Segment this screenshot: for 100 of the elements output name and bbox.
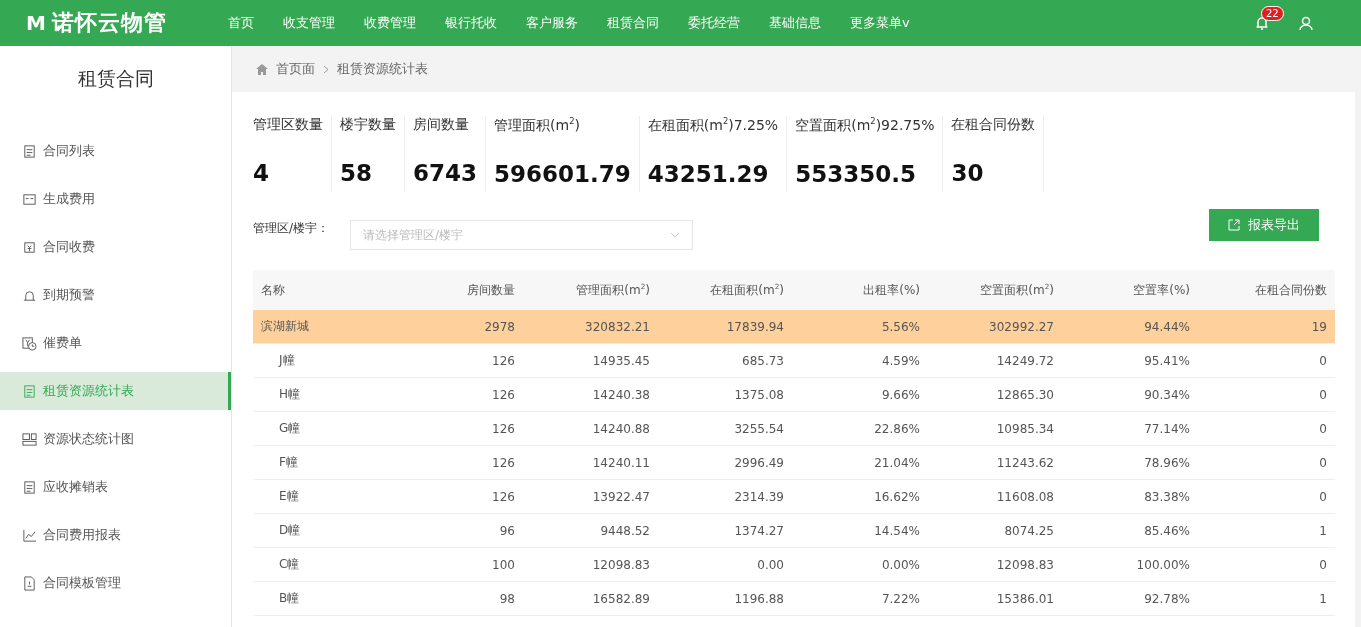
- table-cell-text: 16582.89: [591, 591, 651, 606]
- stat-label: 空置面积(m$^{2}$)92.75%: [795, 116, 935, 135]
- nav-link[interactable]: 基础信息: [769, 14, 821, 32]
- nav-link[interactable]: 首页: [228, 14, 254, 32]
- sidebar-item[interactable]: 应收摊销表: [0, 468, 231, 506]
- sidebar-item[interactable]: 合同费用报表: [0, 516, 231, 554]
- stat-label: 在租面积(m$^{2}$)7.25%: [647, 116, 779, 135]
- table-cell-text: 14.54%: [873, 523, 921, 538]
- table-cell-text: 21.04%: [873, 455, 921, 470]
- table-cell-text: 13922.47: [591, 489, 651, 504]
- user-icon[interactable]: [1299, 15, 1313, 31]
- export-button[interactable]: 报表导出: [1209, 209, 1319, 241]
- table-cell-text: 22.86%: [873, 421, 921, 436]
- column-header: 房间数量: [466, 281, 516, 299]
- table-cell-text: 11608.08: [995, 489, 1055, 504]
- table-cell-text: 12098.83: [995, 557, 1055, 572]
- table-cell-text: 83.38%: [1143, 489, 1191, 504]
- table-cell-text: 95.41%: [1143, 353, 1191, 368]
- document-icon: [22, 575, 37, 591]
- table-cell-text: 0: [1318, 489, 1328, 504]
- table-cell-text: 126: [491, 353, 516, 368]
- table-cell-text: 94.44%: [1143, 319, 1191, 334]
- column-header: 在租合同份数: [1254, 281, 1328, 299]
- stat-label: 管理面积(m$^{2}$): [494, 116, 581, 135]
- table-cell-text: 8074.25: [1003, 523, 1055, 538]
- table-cell-text: 2314.39: [733, 489, 785, 504]
- table-cell-text: D幢: [278, 522, 302, 539]
- nav-link[interactable]: 收费管理: [364, 14, 416, 32]
- table-cell-text: 85.46%: [1143, 523, 1191, 538]
- table-cell-text: 0: [1318, 455, 1328, 470]
- table-cell-text: 2996.49: [733, 455, 785, 470]
- bill-icon: [22, 191, 37, 207]
- sidebar-item[interactable]: 生成费用: [0, 180, 231, 218]
- table-cell-text: 3255.54: [733, 421, 785, 436]
- table-cell-text: H幢: [278, 386, 302, 403]
- table-cell-text: 9.66%: [880, 387, 921, 402]
- sidebar-item[interactable]: 租赁资源统计表: [0, 372, 231, 410]
- table-cell-text: 16.62%: [873, 489, 921, 504]
- table-cell-text: 126: [491, 387, 516, 402]
- table-cell-text: 0: [1318, 557, 1328, 572]
- breadcrumb-link[interactable]: 租赁资源统计表: [337, 60, 428, 78]
- nav-link[interactable]: 租赁合同: [607, 14, 659, 32]
- table-cell-text: 14240.38: [591, 387, 651, 402]
- table-cell-text: 126: [491, 455, 516, 470]
- sidebar-item[interactable]: 催费单: [0, 324, 231, 362]
- doc-icon: [22, 383, 37, 399]
- stat-value: 596601.79: [494, 160, 631, 187]
- breadcrumb-link[interactable]: 首页面: [276, 60, 315, 78]
- table-cell-text: 100.00%: [1135, 557, 1191, 572]
- sidebar-item[interactable]: 合同模板管理: [0, 564, 231, 602]
- table-cell-text: 90.34%: [1143, 387, 1191, 402]
- nav-link[interactable]: 委托经营: [688, 14, 740, 32]
- table-cell-text: 0: [1318, 353, 1328, 368]
- notification-badge: 22: [1261, 5, 1284, 21]
- stat-label: 楼宇数量: [340, 116, 396, 134]
- sidebar-title: 租赁合同: [76, 66, 155, 91]
- sidebar-item[interactable]: 合同收费: [0, 228, 231, 266]
- column-header: 在租面积(m$^{2}$): [709, 281, 785, 299]
- nav-link[interactable]: 更多菜单v: [850, 14, 910, 32]
- line-chart-icon: [22, 527, 37, 543]
- nav-link[interactable]: 收支管理: [283, 14, 335, 32]
- table-cell-text: E幢: [278, 488, 300, 505]
- table-cell-text: 1374.27: [733, 523, 785, 538]
- table-cell-text: F幢: [278, 454, 299, 471]
- table-cell-text: 12865.30: [995, 387, 1055, 402]
- table-cell-text: 78.96%: [1143, 455, 1191, 470]
- app-name: 诺怀云物管: [51, 9, 167, 37]
- filter-label: 管理区/楼宇：: [253, 219, 331, 237]
- table-cell-text: 滨湖新城: [260, 318, 310, 335]
- table-cell-text: 5.56%: [880, 319, 921, 334]
- stat-label: 在租合同份数: [951, 116, 1036, 134]
- stat-value: 30: [951, 160, 985, 186]
- stat-value: 6743: [413, 160, 477, 186]
- column-header: 管理面积(m$^{2}$): [575, 281, 651, 299]
- sidebar-item[interactable]: 到期预警: [0, 276, 231, 314]
- table-cell-text: 0.00%: [880, 557, 921, 572]
- nav-link[interactable]: 银行托收: [445, 14, 497, 32]
- sidebar-item[interactable]: 资源状态统计图: [0, 420, 231, 458]
- stat-value: 43251.29: [647, 160, 770, 187]
- table-cell-text: G幢: [278, 420, 302, 437]
- table-cell-text: B幢: [278, 590, 301, 607]
- table-cell-text: 14249.72: [995, 353, 1055, 368]
- nav-link[interactable]: 客户服务: [526, 14, 578, 32]
- stat-label: 管理区数量: [253, 116, 323, 134]
- home-icon: [256, 63, 268, 75]
- sidebar-item[interactable]: 合同列表: [0, 132, 231, 170]
- table-cell-text: 302992.27: [988, 319, 1055, 334]
- table-cell-text: 126: [491, 489, 516, 504]
- table-cell-text: 14935.45: [591, 353, 651, 368]
- table-cell-text: 100: [491, 557, 516, 572]
- table-cell-text: 2978: [483, 319, 516, 334]
- column-header: 出租率(%): [862, 281, 921, 299]
- table-cell-text: 0.00: [756, 557, 785, 572]
- table-cell-text: 1: [1318, 523, 1328, 538]
- table-cell-text: 1196.88: [733, 591, 785, 606]
- blocks-icon: [22, 431, 37, 447]
- logo-mark: M: [26, 11, 46, 35]
- bell-icon[interactable]: [1255, 15, 1269, 31]
- select-field[interactable]: 请选择管理区/楼宇: [350, 220, 693, 250]
- table-cell-text: 0: [1318, 387, 1328, 402]
